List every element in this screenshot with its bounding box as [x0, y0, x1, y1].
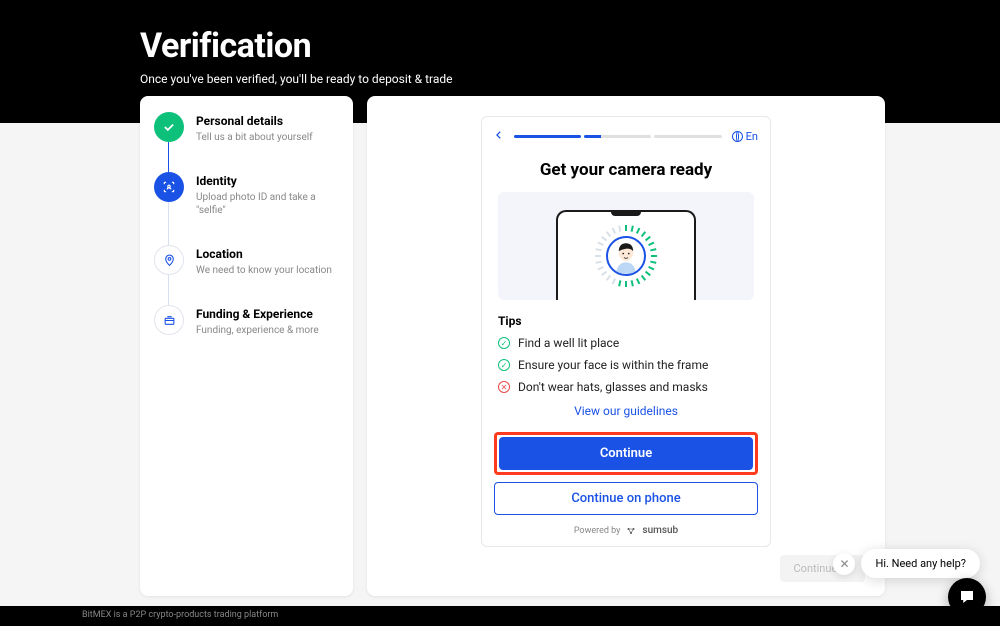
- id-scan-icon: [154, 172, 184, 202]
- tip-text: Ensure your face is within the frame: [518, 358, 708, 372]
- camera-illustration: [498, 192, 754, 300]
- footer-text: BitMEX is a P2P crypto-products trading …: [0, 606, 1000, 626]
- help-text: Hi. Need any help?: [875, 557, 966, 570]
- card-title: Get your camera ready: [482, 160, 770, 180]
- tips-heading: Tips: [498, 314, 754, 328]
- tip-text: Find a well lit place: [518, 336, 619, 350]
- chat-button[interactable]: [948, 578, 986, 616]
- language-switch[interactable]: En: [732, 130, 758, 143]
- page-subtitle: Once you've been verified, you'll be rea…: [140, 72, 1000, 86]
- step-subtitle: Funding, experience & more: [196, 324, 319, 337]
- location-pin-icon: [154, 245, 184, 275]
- close-icon[interactable]: ✕: [833, 553, 855, 575]
- check-circle-icon: ✓: [498, 337, 510, 349]
- step-subtitle: Tell us a bit about yourself: [196, 131, 313, 144]
- verification-main-panel: En Get your camera ready: [367, 96, 885, 596]
- highlight-annotation: Continue: [494, 432, 758, 475]
- language-label: En: [746, 130, 758, 143]
- step-funding[interactable]: Funding & Experience Funding, experience…: [154, 305, 339, 337]
- cross-circle-icon: ✕: [498, 381, 510, 393]
- page-title: Verification: [140, 26, 1000, 66]
- powered-by: Powered by sumsub: [482, 525, 770, 546]
- camera-ready-card: En Get your camera ready: [481, 116, 771, 547]
- step-title: Identity: [196, 174, 339, 188]
- check-circle-icon: ✓: [498, 359, 510, 371]
- help-tooltip[interactable]: ✕ Hi. Need any help?: [861, 549, 980, 578]
- tip-item: ✕ Don't wear hats, glasses and masks: [498, 380, 754, 394]
- chat-icon: [958, 588, 976, 606]
- step-identity[interactable]: Identity Upload photo ID and take a "sel…: [154, 172, 339, 245]
- sumsub-logo-icon: [625, 526, 637, 536]
- continue-on-phone-button[interactable]: Continue on phone: [494, 482, 758, 515]
- step-title: Location: [196, 247, 332, 261]
- step-location[interactable]: Location We need to know your location: [154, 245, 339, 305]
- step-personal-details[interactable]: Personal details Tell us a bit about you…: [154, 112, 339, 172]
- step-subtitle: Upload photo ID and take a "selfie": [196, 191, 339, 217]
- verification-steps-sidebar: Personal details Tell us a bit about you…: [140, 96, 353, 596]
- step-title: Funding & Experience: [196, 307, 319, 321]
- check-icon: [154, 112, 184, 142]
- step-title: Personal details: [196, 114, 313, 128]
- step-subtitle: We need to know your location: [196, 264, 332, 277]
- continue-button[interactable]: Continue: [499, 437, 753, 470]
- globe-icon: [732, 131, 743, 142]
- guidelines-link[interactable]: View our guidelines: [498, 404, 754, 418]
- tip-item: ✓ Ensure your face is within the frame: [498, 358, 754, 372]
- tip-text: Don't wear hats, glasses and masks: [518, 380, 708, 394]
- tip-item: ✓ Find a well lit place: [498, 336, 754, 350]
- funding-icon: [154, 305, 184, 335]
- back-arrow-icon[interactable]: [494, 127, 504, 146]
- progress-bar: [514, 135, 722, 138]
